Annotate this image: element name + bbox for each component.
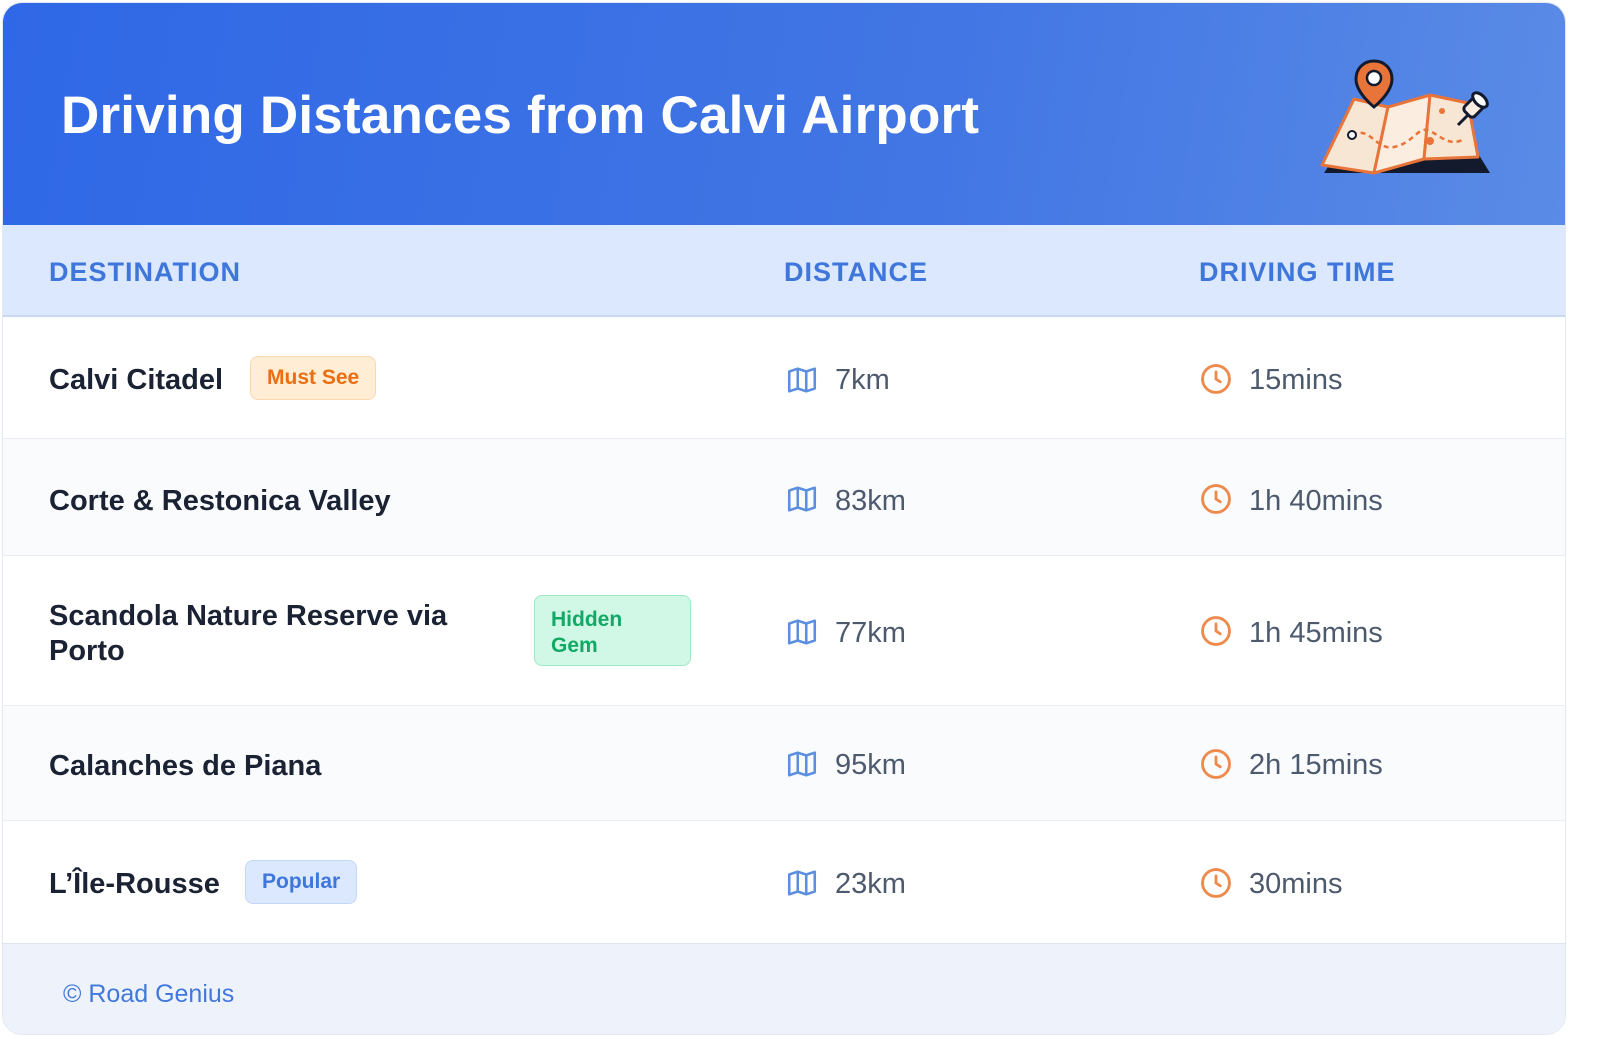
driving-time-value: 2h 15mins	[1249, 749, 1383, 781]
destination-name: Calanches de Piana	[49, 750, 322, 782]
driving-time-value: 1h 45mins	[1249, 617, 1383, 649]
clock-icon	[1201, 616, 1231, 646]
page-title: Driving Distances from Calvi Airport	[61, 86, 980, 145]
table-row: Calvi Citadel Must See 7km 15mins	[3, 317, 1565, 439]
driving-time-value: 15mins	[1249, 364, 1343, 396]
driving-time-value: 30mins	[1249, 868, 1343, 900]
clock-icon	[1201, 868, 1231, 898]
table-header: DESTINATION DISTANCE DRIVING TIME	[3, 225, 1565, 317]
distance-value: 95km	[835, 749, 906, 781]
status-badge: Popular	[245, 860, 358, 904]
table-row: Corte & Restonica Valley 83km 1h 40mins	[3, 439, 1565, 556]
table-row: Calanches de Piana 95km 2h 15mins	[3, 706, 1565, 821]
clock-icon	[1201, 749, 1231, 779]
distance-value: 77km	[835, 617, 906, 649]
clock-icon	[1201, 364, 1231, 394]
column-header-driving-time: DRIVING TIME	[1199, 257, 1396, 287]
destination-name: Calvi Citadel	[49, 364, 224, 396]
copyright-text: © Road Genius	[63, 980, 235, 1008]
destination-name: Scandola Nature Reserve via Porto	[49, 600, 448, 667]
table-row: Scandola Nature Reserve via Porto Hidden…	[3, 556, 1565, 706]
header-banner: Driving Distances from Calvi Airport	[3, 3, 1565, 225]
status-badge: Must See	[250, 356, 377, 400]
distances-card: Driving Distances from Calvi Airport DES…	[2, 2, 1566, 1035]
distance-value: 23km	[835, 868, 906, 900]
column-header-destination: DESTINATION	[49, 257, 241, 287]
destination-name: Corte & Restonica Valley	[49, 485, 391, 517]
column-header-distance: DISTANCE	[784, 257, 929, 287]
map-icon	[787, 486, 817, 512]
distance-value: 7km	[835, 364, 890, 396]
map-icon	[787, 751, 817, 777]
status-badge: Hidden Gem	[534, 595, 691, 666]
footer: © Road Genius	[3, 943, 1565, 1034]
clock-icon	[1201, 484, 1231, 514]
table-row: L’Île-Rousse Popular 23km 30mins	[3, 821, 1565, 943]
map-icon	[787, 619, 817, 645]
map-icon	[787, 367, 817, 393]
distance-value: 83km	[835, 485, 906, 517]
driving-time-value: 1h 40mins	[1249, 485, 1383, 517]
destination-name: L’Île-Rousse	[49, 868, 220, 900]
map-icon	[787, 870, 817, 896]
map-with-pins-icon	[1320, 59, 1490, 175]
